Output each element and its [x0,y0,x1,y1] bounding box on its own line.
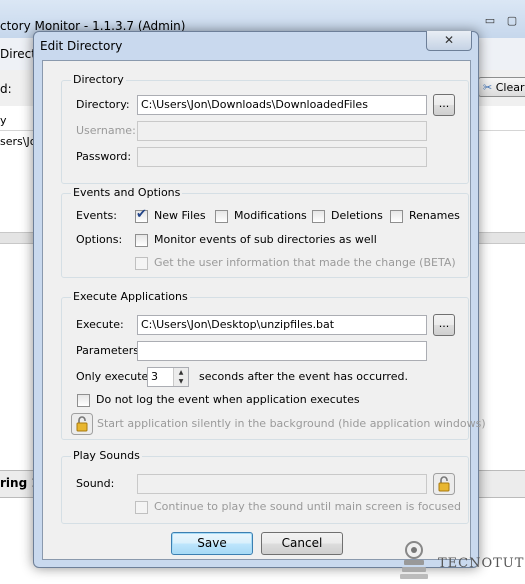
sound-lock-button[interactable] [433,473,455,495]
sound-input[interactable] [137,474,427,494]
robot-logo-icon [400,541,428,579]
silent-lock-button[interactable] [71,413,93,435]
dialog-title: Edit Directory [40,39,123,53]
dialog-client-area: Directory Directory: C:\Users\Jon\Downlo… [42,60,486,560]
directory-input[interactable]: C:\Users\Jon\Downloads\DownloadedFiles [137,95,427,115]
watermark-text: TECNOTUTO [438,556,525,571]
subdirs-checkbox[interactable] [135,234,148,247]
directory-browse-button[interactable]: ... [433,94,455,116]
new-files-label: New Files [154,209,206,222]
no-log-checkbox[interactable] [77,394,90,407]
minimize-icon[interactable]: ▭ [480,15,500,29]
password-label: Password: [76,150,132,163]
lock-icon [433,473,455,495]
spin-down-icon[interactable]: ▼ [174,377,188,386]
user-info-label: Get the user information that made the c… [154,256,456,269]
only-execute-label: Only execute [76,370,149,383]
password-input[interactable] [137,147,427,167]
sounds-group-legend: Play Sounds [71,449,142,462]
events-label: Events: [76,209,117,222]
directory-label: Directory: [76,98,130,111]
execute-group-legend: Execute Applications [71,290,190,303]
events-group-legend: Events and Options [71,186,183,199]
cancel-button[interactable]: Cancel [261,532,343,555]
clear-button[interactable]: ✂ Clear [478,77,525,97]
parameters-label: Parameters: [76,344,143,357]
seconds-label: seconds after the event has occurred. [199,370,408,383]
continue-sound-label: Continue to play the sound until main sc… [154,500,462,513]
parameters-input[interactable] [137,341,427,361]
close-icon[interactable]: ✕ [426,31,472,51]
edit-directory-dialog: Edit Directory ✕ Directory Directory: C:… [33,31,486,568]
spin-buttons: ▲ ▼ [173,368,188,386]
sound-label: Sound: [76,477,115,490]
new-files-checkbox[interactable]: ✔ [135,207,148,223]
save-button[interactable]: Save [171,532,253,555]
directory-group-legend: Directory [71,73,126,86]
silent-label: Start application silently in the backgr… [97,417,486,430]
check-icon: ✔ [136,207,147,222]
username-input[interactable] [137,121,427,141]
continue-sound-checkbox[interactable] [135,501,148,514]
clear-button-label: Clear [495,81,525,94]
execute-label: Execute: [76,318,124,331]
execute-browse-button[interactable]: ... [433,314,455,336]
lock-icon [71,413,93,435]
renames-checkbox[interactable] [390,210,403,223]
renames-label: Renames [409,209,460,222]
deletions-label: Deletions [331,209,383,222]
watermark: TECNOTUTO [396,538,525,584]
subdirs-label: Monitor events of sub directories as wel… [154,233,377,246]
modifications-checkbox[interactable] [215,210,228,223]
modifications-label: Modifications [234,209,307,222]
execute-input[interactable]: C:\Users\Jon\Desktop\unzipfiles.bat [137,315,427,335]
username-label: Username: [76,124,136,137]
delay-seconds-value: 3 [151,370,158,383]
no-log-label: Do not log the event when application ex… [96,393,360,406]
user-info-checkbox[interactable] [135,257,148,270]
options-label: Options: [76,233,123,246]
list-header-partial: y [0,114,7,127]
maximize-icon[interactable]: ▢ [502,15,522,29]
delay-seconds-stepper[interactable]: 3 ▲ ▼ [147,367,189,387]
id-label: d: [0,82,12,96]
deletions-checkbox[interactable] [312,210,325,223]
broom-icon: ✂ [483,81,493,94]
directory-list-row[interactable]: sers\Jo [0,135,36,148]
